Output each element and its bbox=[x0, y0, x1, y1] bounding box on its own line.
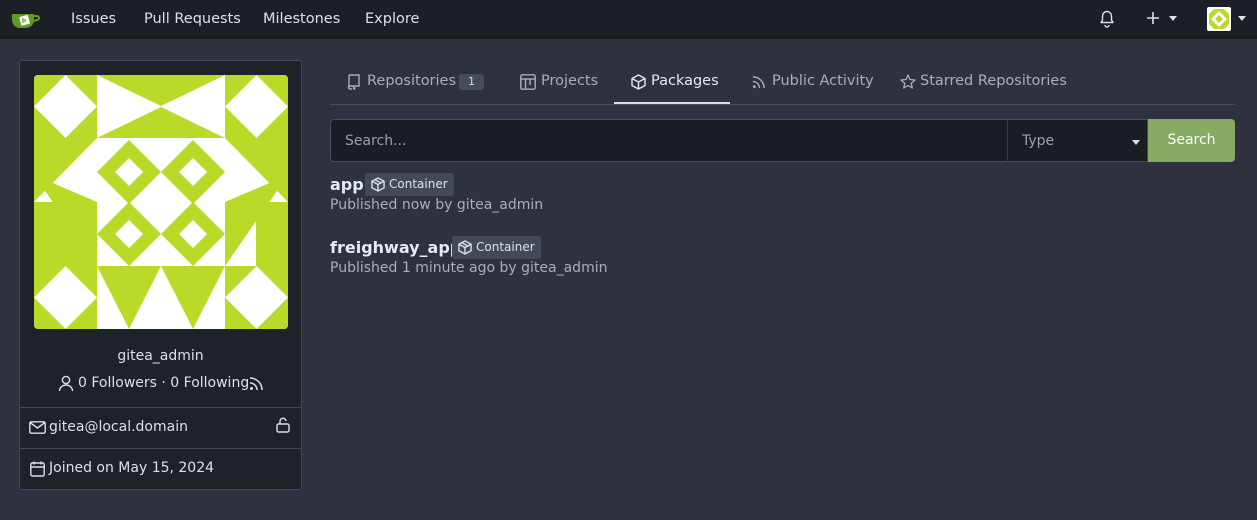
calendar-icon bbox=[30, 461, 45, 477]
tab-packages-label: Packages bbox=[651, 73, 719, 89]
active-tab-indicator bbox=[614, 102, 730, 104]
gitea-logo-icon[interactable] bbox=[10, 8, 40, 32]
divider bbox=[20, 407, 301, 408]
profile-card: gitea_admin 0 Followers · 0 Following gi… bbox=[19, 60, 302, 490]
tab-public-activity-label: Public Activity bbox=[772, 73, 874, 89]
divider bbox=[20, 448, 301, 449]
package-type-tag: Container bbox=[365, 173, 454, 196]
package-meta: Published 1 minute ago by gitea_admin bbox=[330, 260, 608, 276]
chevron-down-icon bbox=[1132, 140, 1140, 145]
project-icon bbox=[520, 74, 536, 90]
user-avatar[interactable] bbox=[1207, 7, 1231, 31]
unlock-icon[interactable] bbox=[276, 417, 290, 433]
rss-icon[interactable] bbox=[249, 376, 264, 391]
package-name[interactable]: freighway_app bbox=[330, 238, 461, 257]
star-icon bbox=[900, 74, 916, 89]
type-select-placeholder: Type bbox=[1022, 133, 1055, 149]
profile-email[interactable]: gitea@local.domain bbox=[49, 419, 188, 435]
profile-avatar bbox=[34, 75, 288, 329]
search-button[interactable]: Search bbox=[1148, 119, 1235, 162]
person-icon bbox=[58, 375, 74, 392]
follow-counts[interactable]: 0 Followers · 0 Following bbox=[78, 375, 249, 391]
profile-joined: Joined on May 15, 2024 bbox=[49, 460, 215, 476]
rss-icon bbox=[752, 75, 766, 89]
nav-explore[interactable]: Explore bbox=[365, 11, 419, 27]
tab-repositories-label: Repositories bbox=[367, 73, 457, 89]
repo-icon bbox=[347, 74, 360, 90]
nav-pull-requests[interactable]: Pull Requests bbox=[144, 11, 241, 27]
plus-icon[interactable] bbox=[1146, 11, 1160, 25]
package-type-label: Container bbox=[476, 240, 535, 254]
tab-projects-label: Projects bbox=[541, 73, 599, 89]
profile-tabs: Repositories 1 Projects Packages Public … bbox=[330, 60, 1235, 105]
bell-icon[interactable] bbox=[1099, 10, 1115, 28]
search-input[interactable] bbox=[330, 119, 1008, 162]
create-caret-icon[interactable] bbox=[1169, 16, 1177, 21]
repositories-count-badge: 1 bbox=[459, 74, 484, 90]
top-navbar: Issues Pull Requests Milestones Explore bbox=[0, 0, 1257, 39]
profile-username[interactable]: gitea_admin bbox=[20, 348, 301, 364]
tab-starred-repositories-label: Starred Repositories bbox=[920, 73, 1067, 89]
package-type-tag: Container bbox=[452, 236, 541, 259]
follow-row: 0 Followers · 0 Following bbox=[20, 374, 301, 394]
package-type-label: Container bbox=[389, 177, 448, 191]
package-meta: Published now by gitea_admin bbox=[330, 197, 544, 213]
nav-issues[interactable]: Issues bbox=[71, 11, 116, 27]
package-icon bbox=[631, 74, 646, 90]
type-select[interactable]: Type bbox=[1007, 119, 1148, 162]
user-menu-caret-icon[interactable] bbox=[1238, 16, 1246, 21]
mail-icon bbox=[29, 421, 46, 434]
nav-milestones[interactable]: Milestones bbox=[263, 11, 340, 27]
package-name[interactable]: app bbox=[330, 175, 364, 194]
